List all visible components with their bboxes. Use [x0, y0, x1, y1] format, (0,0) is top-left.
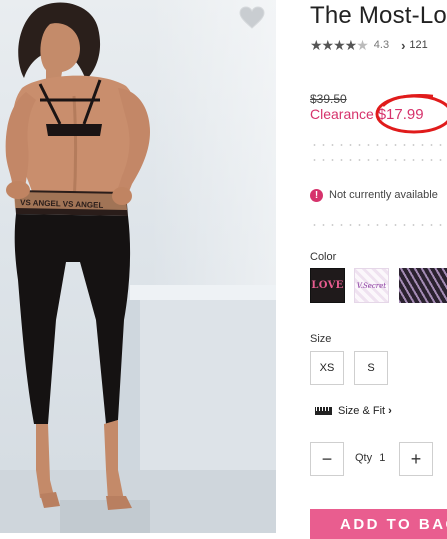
quantity-increase-button[interactable]: +	[399, 442, 433, 476]
divider	[310, 224, 447, 226]
ruler-icon	[315, 407, 332, 415]
original-price: $39.50	[310, 92, 347, 106]
quantity-decrease-button[interactable]: −	[310, 442, 344, 476]
product-image: VS ANGEL VS ANGEL	[0, 0, 276, 533]
clearance-label: Clearance	[310, 106, 374, 122]
review-count: 121	[409, 39, 428, 51]
rating-row: ★★★★★ 4.3 › 121	[310, 37, 428, 53]
price-highlight-circle	[375, 94, 447, 134]
quantity-display: Qty 1	[355, 452, 385, 464]
heart-icon	[239, 6, 265, 29]
quantity-value: 1	[379, 452, 386, 464]
add-to-bag-button[interactable]: ADD TO BAG	[310, 509, 447, 539]
reviews-link[interactable]: › 121	[401, 38, 428, 53]
availability-text: Not currently available	[329, 189, 438, 201]
chevron-right-icon: ›	[388, 405, 392, 417]
color-swatch-lavender[interactable]: V.Secret	[354, 268, 389, 303]
size-label: Size	[310, 333, 332, 345]
favorite-button[interactable]	[239, 6, 265, 30]
size-fit-link[interactable]: Size & Fit ›	[315, 405, 392, 417]
divider	[310, 144, 447, 146]
swatch-text: V.Secret	[356, 281, 387, 290]
model-figure: VS ANGEL VS ANGEL	[5, 2, 150, 510]
size-fit-text: Size & Fit	[338, 405, 386, 417]
divider	[310, 159, 447, 161]
product-info-panel: The Most-Lo ★★★★★ 4.3 › 121 $39.50 Clear…	[310, 0, 447, 539]
color-swatch-purple-print[interactable]	[399, 268, 447, 303]
color-label: Color	[310, 251, 337, 263]
size-option-s[interactable]: S	[354, 351, 388, 385]
size-option-xs[interactable]: XS	[310, 351, 344, 385]
swatch-text: LOVE	[311, 280, 344, 291]
alert-icon: !	[310, 188, 323, 202]
product-title: The Most-Lo	[310, 2, 447, 29]
availability-notice: ! Not currently available	[310, 187, 438, 203]
rating-value: 4.3	[373, 39, 390, 51]
color-swatch-black-love[interactable]: LOVE	[310, 268, 345, 303]
chevron-right-icon: ›	[401, 37, 406, 53]
star-rating-icon: ★★★★★	[310, 36, 369, 53]
quantity-label: Qty	[355, 452, 373, 464]
